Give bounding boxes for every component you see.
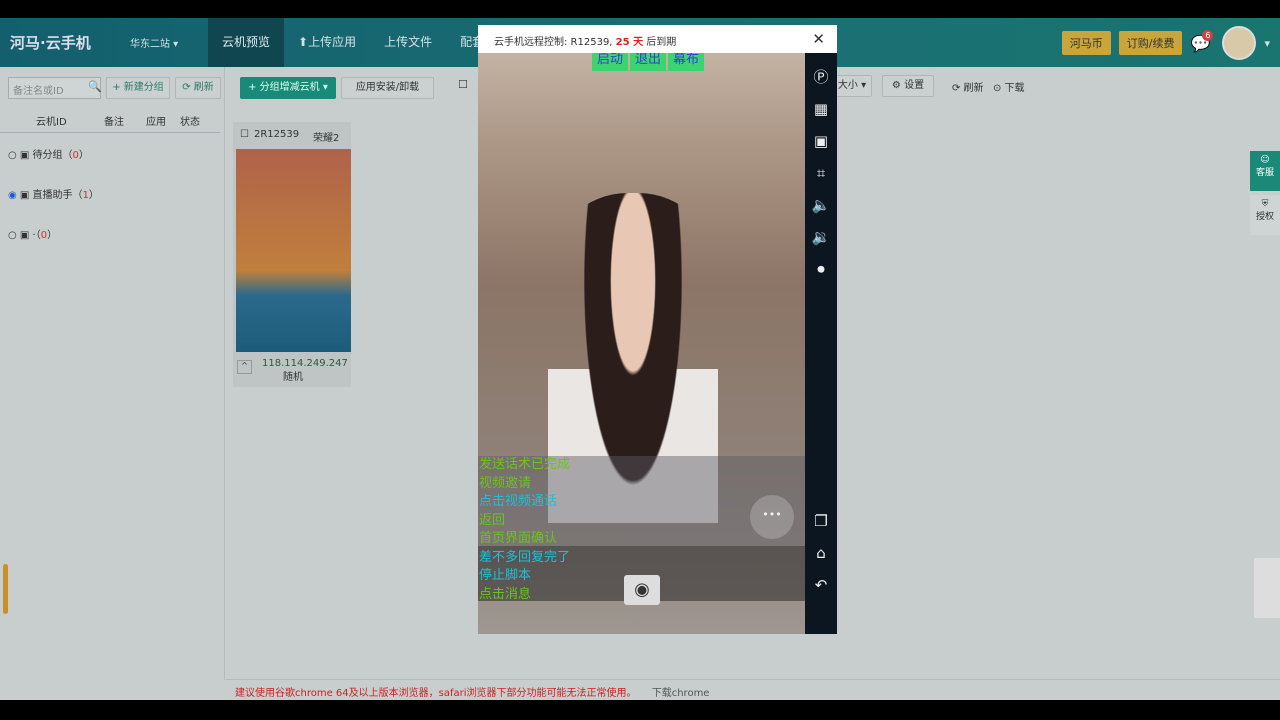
phone-screen[interactable]: 启动 退出 幕布 发送话术已完成 视频邀请 点击视频通话 返回 首页界面确认 差… [478, 53, 805, 634]
coin-button[interactable]: 河马币 [1061, 31, 1111, 55]
volume-up-icon[interactable]: 🔈 [805, 189, 837, 221]
grid-icon[interactable]: ▦ [805, 93, 837, 125]
device-card[interactable]: ☐ 2R12539 荣耀2 ^ 118.114.249.247 随机 [233, 122, 351, 387]
refresh-button[interactable]: ⟳ 刷新 [175, 77, 221, 99]
exit-button[interactable]: 退出 [630, 53, 667, 71]
camera-icon[interactable]: ◉ [624, 575, 660, 605]
device-ip: 118.114.249.247 [262, 358, 348, 369]
col-remark: 备注 [104, 117, 124, 128]
service-label: 客服 [1255, 168, 1274, 178]
group-item[interactable]: ○ ▣ ·（0） [8, 226, 57, 241]
group-count: 0 [72, 150, 79, 161]
refresh-link[interactable]: ⟳ 刷新 [952, 79, 984, 94]
browser-warning: 建议使用谷歌chrome 64及以上版本浏览器，safari浏览器下部分功能可能… [235, 688, 637, 699]
message-icon[interactable]: 💬 6 [1190, 29, 1214, 53]
screen-icon[interactable]: ▣ [805, 125, 837, 157]
headset-icon: ☺ [1260, 155, 1270, 165]
download-chrome-link[interactable]: 下载chrome [652, 688, 710, 699]
more-icon[interactable]: ••• [750, 495, 794, 539]
group-count: 0 [40, 230, 48, 241]
device-remark[interactable]: 荣耀2 [313, 129, 339, 144]
column-headers: 云机ID 备注 应用 状态 [0, 113, 220, 133]
nav-upload-app[interactable]: ⬆上传应用 [284, 18, 370, 67]
dialog-title: 云手机远程控制: R12539, 25 天 后到期 ✕ [494, 30, 825, 48]
volume-down-icon[interactable]: 🔉 [805, 221, 837, 253]
size-select[interactable]: 大小 ▾ [832, 75, 872, 97]
remote-control-dialog: 云手机远程控制: R12539, 25 天 后到期 ✕ 启动 退出 幕布 发送话… [478, 25, 837, 634]
logo[interactable]: 河马·云手机 [0, 32, 130, 53]
log-line: 发送话术已完成 [479, 457, 571, 472]
ip-icon[interactable]: Ⓟ [805, 61, 837, 93]
nav-upload-file[interactable]: 上传文件 [370, 18, 446, 67]
crop-icon[interactable]: ⌗ [805, 157, 837, 189]
control-sidebar: Ⓟ ▦ ▣ ⌗ 🔈 🔉 ⏺ ❐ ⌂ ↶ [805, 53, 837, 634]
auth-button[interactable]: ⛨ 授权 [1250, 195, 1280, 235]
scrollbar[interactable] [3, 564, 8, 614]
group-item[interactable]: ○ ▣ 待分组（0） [8, 146, 89, 161]
search-icon[interactable]: 🔍 [88, 80, 102, 93]
group-item[interactable]: ◉ ▣ 直播助手（1） [8, 186, 99, 201]
col-id: 云机ID [36, 117, 67, 128]
curtain-button[interactable]: 幕布 [668, 53, 705, 71]
recent-apps-icon[interactable]: ❐ [805, 505, 837, 537]
col-app: 应用 [146, 117, 166, 128]
group-name: · [32, 230, 36, 241]
device-checkbox[interactable]: ☐ [240, 129, 249, 140]
order-button[interactable]: 订购/续费 [1118, 31, 1183, 55]
log-line: 差不多回复完了 [479, 549, 571, 565]
new-group-button[interactable]: + 新建分组 [106, 77, 170, 99]
footer: 建议使用谷歌chrome 64及以上版本浏览器，safari浏览器下部分功能可能… [226, 679, 1280, 700]
avatar[interactable] [1222, 26, 1257, 60]
message-badge: 6 [1202, 29, 1214, 41]
group-name: 直播助手 [32, 190, 73, 201]
start-button[interactable]: 启动 [592, 53, 629, 71]
shield-icon: ⛨ [1261, 199, 1269, 209]
nav-preview[interactable]: 云机预览 [208, 18, 285, 67]
record-icon[interactable]: ⏺ [805, 253, 837, 285]
home-icon[interactable]: ⌂ [805, 537, 837, 569]
main-nav: 云机预览 ⬆上传应用 上传文件 配套服 [208, 18, 510, 67]
auth-label: 授权 [1255, 212, 1274, 222]
close-icon[interactable]: ✕ [812, 30, 825, 48]
chevron-down-icon[interactable]: ▾ [1264, 37, 1270, 50]
floating-widget[interactable] [1254, 558, 1280, 618]
group-machines-button[interactable]: + 分组增减云机 ▾ [240, 77, 336, 99]
select-all-checkbox[interactable]: ☐ [458, 78, 468, 91]
sidebar: 备注名或ID 🔍 + 新建分组 ⟳ 刷新 云机ID 备注 应用 状态 ○ ▣ 待… [0, 67, 225, 680]
customer-service-button[interactable]: ☺ 客服 [1250, 151, 1280, 191]
device-screen-thumbnail[interactable] [236, 149, 351, 352]
log-line: 视频邀请 [479, 475, 532, 491]
chevron-up-icon[interactable]: ^ [237, 360, 252, 374]
settings-button[interactable]: ⚙ 设置 [882, 75, 934, 97]
group-name: 待分组 [32, 150, 63, 161]
back-icon[interactable]: ↶ [805, 569, 837, 601]
days-remaining: 25 天 [615, 37, 644, 48]
device-mode: 随机 [283, 372, 303, 383]
download-link[interactable]: ⊙ 下载 [993, 79, 1025, 94]
device-id: 2R12539 [254, 129, 300, 140]
group-count: 1 [82, 190, 89, 201]
region-select[interactable]: 华东二站 ▾ [130, 35, 208, 50]
col-status: 状态 [180, 117, 200, 128]
app-install-button[interactable]: 应用安装/卸载 [341, 77, 434, 99]
